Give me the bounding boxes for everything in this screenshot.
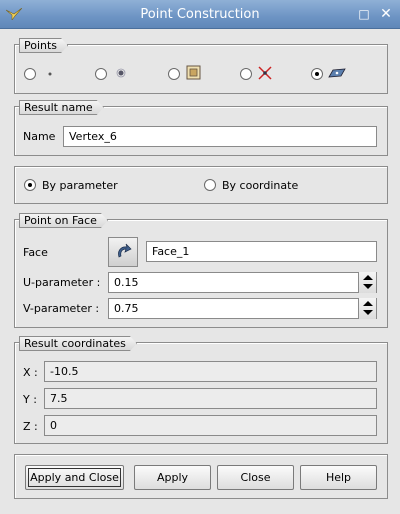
- point-on-face-group: Point on Face Face Face_1 U-parameter : …: [14, 219, 388, 328]
- spin-down-icon[interactable]: [363, 310, 373, 315]
- radio-point-reference[interactable]: [95, 68, 107, 80]
- points-group: Points: [14, 44, 388, 94]
- v-parameter-input[interactable]: 0.75: [108, 298, 377, 319]
- spin-up-icon[interactable]: [363, 275, 373, 280]
- radio-point-intersection[interactable]: [240, 68, 252, 80]
- radio-by-parameter[interactable]: [24, 179, 36, 191]
- y-label: Y :: [23, 393, 37, 406]
- u-parameter-spinner[interactable]: [358, 272, 376, 293]
- x-coordinate-field: -10.5: [44, 361, 377, 382]
- help-label: Help: [325, 471, 352, 484]
- by-parameter-label[interactable]: By parameter: [42, 179, 118, 192]
- z-coordinate-field: 0: [44, 415, 377, 436]
- help-button[interactable]: Help: [300, 465, 377, 490]
- apply-button[interactable]: Apply: [134, 465, 211, 490]
- result-name-group-title: Result name: [19, 100, 104, 115]
- close-icon[interactable]: ✕: [378, 6, 394, 22]
- spin-up-icon[interactable]: [363, 301, 373, 306]
- v-parameter-label: V-parameter :: [23, 302, 100, 315]
- name-label: Name: [23, 130, 56, 143]
- radio-point-by-coordinates[interactable]: [24, 68, 36, 80]
- mode-group: By parameter By coordinate: [14, 166, 388, 204]
- point-intersection-icon: [258, 66, 272, 80]
- select-arrow-icon: [118, 243, 132, 258]
- face-select-button[interactable]: [108, 237, 138, 267]
- close-label: Close: [240, 471, 271, 484]
- point-on-face-icon: [328, 68, 346, 78]
- radio-by-coordinate[interactable]: [204, 179, 216, 191]
- z-label: Z :: [23, 420, 38, 433]
- point-reference-icon: [116, 68, 126, 78]
- apply-and-close-label: Apply and Close: [30, 471, 119, 484]
- window-title: Point Construction: [140, 7, 260, 22]
- points-group-title: Points: [19, 38, 68, 53]
- face-label: Face: [23, 246, 48, 259]
- apply-label: Apply: [156, 471, 189, 484]
- y-coordinate-field: 7.5: [44, 388, 377, 409]
- maximize-icon[interactable]: □: [356, 6, 372, 22]
- by-coordinate-label[interactable]: By coordinate: [222, 179, 298, 192]
- radio-point-on-face[interactable]: [311, 68, 323, 80]
- face-input[interactable]: Face_1: [146, 241, 377, 262]
- u-parameter-label: U-parameter :: [23, 276, 101, 289]
- apply-and-close-button[interactable]: Apply and Close: [25, 465, 124, 490]
- point-on-face-group-title: Point on Face: [19, 213, 108, 228]
- close-button[interactable]: Close: [217, 465, 294, 490]
- result-coordinates-group-title: Result coordinates: [19, 336, 137, 351]
- title-bar: Point Construction □ ✕: [0, 0, 400, 29]
- result-coordinates-group: Result coordinates X : -10.5 Y : 7.5 Z :…: [14, 342, 388, 444]
- v-parameter-spinner[interactable]: [358, 298, 376, 319]
- x-label: X :: [23, 366, 38, 379]
- u-parameter-input[interactable]: 0.15: [108, 272, 377, 293]
- result-name-group: Result name Name Vertex_6: [14, 106, 388, 156]
- button-bar: Apply and Close Apply Close Help: [14, 454, 388, 499]
- point-by-coordinates-icon: [48, 72, 52, 76]
- radio-point-on-edge[interactable]: [168, 68, 180, 80]
- point-on-edge-icon: [186, 65, 201, 80]
- spin-down-icon[interactable]: [363, 284, 373, 289]
- name-input[interactable]: Vertex_6: [63, 126, 377, 147]
